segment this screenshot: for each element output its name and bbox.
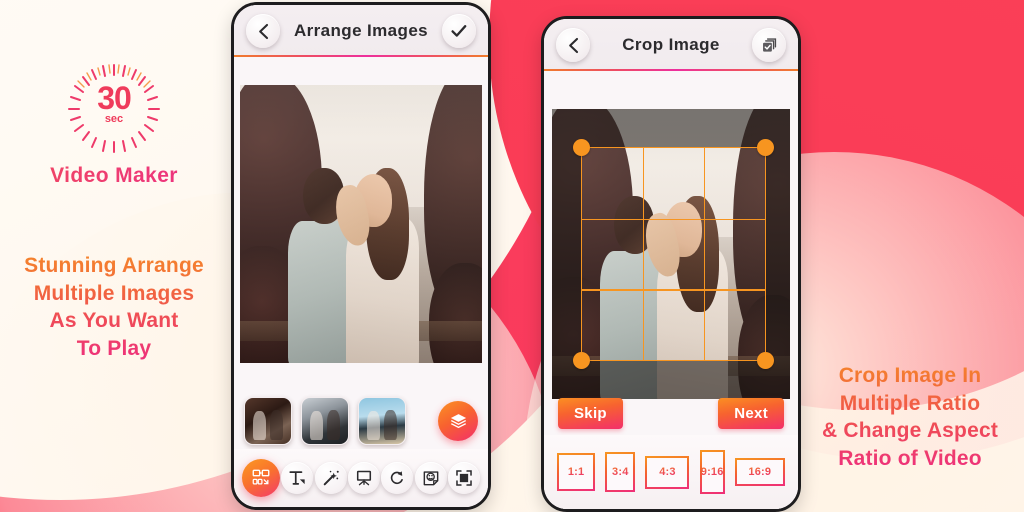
tool-text-button[interactable] [281, 462, 314, 494]
crop-handle-top-left[interactable] [572, 138, 590, 156]
headline-left-line-1: Stunning Arrange [24, 254, 204, 277]
app-logo: 30 sec Video Maker [8, 62, 220, 188]
crop-gridline [703, 147, 706, 361]
logo-badge: 30 sec [66, 62, 162, 158]
crop-action-row: Skip Next [544, 391, 798, 435]
check-icon [451, 25, 467, 37]
tool-arrange-button[interactable] [242, 459, 280, 497]
headline-left-line-2: Multiple Images [33, 281, 195, 305]
phone-mockup-arrange: Arrange Images [231, 2, 491, 510]
crop-canvas[interactable] [552, 109, 790, 399]
magic-wand-icon [323, 470, 339, 486]
crop-handle-bottom-left[interactable] [572, 352, 590, 370]
rotate-icon [391, 471, 404, 484]
headline-right-line-4: Ratio of Video [838, 447, 982, 471]
promo-stage: 30 sec Video Maker Stunning Arrange Mult… [0, 0, 1024, 512]
ratio-label: 1:1 [567, 466, 585, 478]
tool-frame-button[interactable] [447, 462, 480, 494]
crop-gridline [642, 147, 645, 361]
page-title: Arrange Images [293, 21, 429, 40]
frame-icon [456, 470, 472, 486]
tool-sticker-button[interactable] [414, 462, 447, 494]
layers-icon [450, 413, 466, 428]
sticker-icon [423, 471, 439, 486]
headline-right-line-2: Multiple Ratio [839, 391, 981, 415]
ratio-option-9-16[interactable]: 9:16 [699, 450, 725, 494]
arrange-screen: Arrange Images [234, 5, 488, 507]
tool-effects-button[interactable] [314, 462, 347, 494]
tool-canvas-button[interactable] [347, 462, 380, 494]
ratio-label: 3:4 [612, 466, 629, 478]
logo-wordmark: Video Maker [8, 164, 220, 188]
crop-gridline [581, 289, 766, 291]
ratio-option-16-9[interactable]: 16:9 [734, 458, 785, 486]
copy-check-icon [762, 37, 776, 52]
layers-button[interactable] [438, 401, 478, 441]
thumbnail-item[interactable] [358, 397, 406, 445]
photo-couple [240, 85, 482, 363]
phone-mockup-crop: Crop Image Skip Next 1:1 3:4 4:3 9:16 16… [541, 16, 801, 512]
headline-right-line-3: & Change Aspect [821, 419, 999, 443]
ratio-label: 16:9 [748, 466, 772, 478]
multi-select-button[interactable] [752, 28, 786, 62]
aspect-ratio-bar[interactable]: 1:1 3:4 4:3 9:16 16:9 [544, 435, 798, 509]
ratio-label: 4:3 [659, 466, 676, 478]
crop-appbar: Crop Image [544, 19, 798, 71]
logo-number: 30 [97, 80, 132, 116]
next-button[interactable]: Next [718, 397, 784, 429]
logo-unit: sec [104, 113, 124, 125]
headline-right-line-1: Crop Image In [838, 364, 982, 387]
editor-toolbar[interactable] [234, 449, 488, 507]
ratio-option-1-1[interactable]: 1:1 [557, 453, 596, 491]
tool-rotate-button[interactable] [381, 462, 414, 494]
back-button[interactable] [246, 14, 280, 48]
easel-icon [356, 470, 372, 486]
headline-left-line-4: To Play [76, 337, 152, 361]
ratio-label: 9:16 [700, 466, 724, 478]
text-icon [289, 471, 305, 485]
page-title: Crop Image [622, 35, 720, 54]
chevron-left-icon [568, 37, 578, 53]
crop-body: Skip Next 1:1 3:4 4:3 9:16 16:9 [544, 71, 798, 509]
ratio-option-3-4[interactable]: 3:4 [605, 452, 636, 492]
arrange-appbar: Arrange Images [234, 5, 488, 57]
crop-screen: Crop Image Skip Next 1:1 3:4 4:3 9:16 16… [544, 19, 798, 509]
thumbnail-item[interactable] [301, 397, 349, 445]
ratio-option-4-3[interactable]: 4:3 [645, 455, 690, 489]
crop-gridline [581, 218, 766, 220]
crop-selection[interactable] [572, 138, 775, 370]
thumbnail-item[interactable] [244, 397, 292, 445]
chevron-left-icon [258, 23, 268, 39]
back-button[interactable] [556, 28, 590, 62]
crop-handle-top-right[interactable] [757, 138, 775, 156]
arrange-body [234, 57, 488, 507]
confirm-button[interactable] [442, 14, 476, 48]
headline-right: Crop Image In Multiple Ratio & Change As… [796, 362, 1024, 473]
thumbnail-strip[interactable] [234, 393, 488, 449]
preview-image[interactable] [240, 85, 482, 363]
headline-left: Stunning Arrange Multiple Images As You … [0, 252, 228, 363]
arrange-icon [252, 469, 270, 485]
skip-button[interactable]: Skip [558, 397, 623, 429]
headline-left-line-3: As You Want [49, 309, 179, 333]
